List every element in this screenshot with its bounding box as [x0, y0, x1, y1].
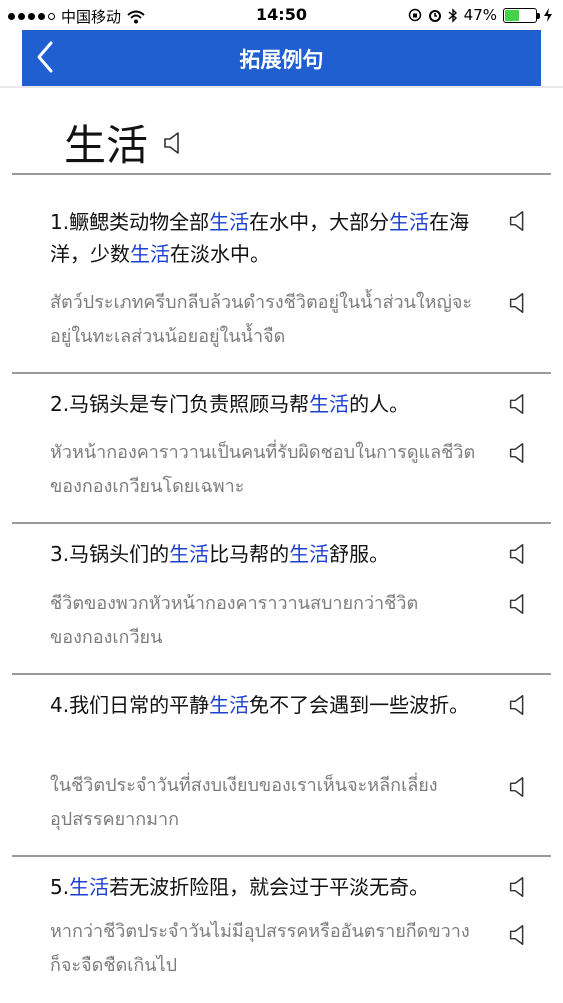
translation-text: สัตว์ประเภทครีบกลีบล้วนดำรงชีวิตอยู่ในน้…: [50, 292, 473, 347]
highlighted-word: 生活: [169, 542, 210, 566]
orientation-lock-icon: [408, 8, 421, 22]
speaker-icon[interactable]: [507, 875, 529, 899]
sentence-fragment: 1.鳜鳃类动物全部: [50, 210, 210, 234]
speaker-icon[interactable]: [507, 923, 529, 947]
translation-text: หากว่าชีวิตประจำวันไม่มีอุปสรรคหรืออันตร…: [50, 921, 470, 976]
sentence-fragment: 在水中，大部分: [249, 210, 390, 234]
example-item: 2.马锅头是专门负责照顾马帮生活的人。 หัวหน้ากองคาราวานเป็น…: [12, 374, 551, 524]
sentence-fragment: 舒服。: [329, 542, 390, 566]
example-item: 4.我们日常的平静生活免不了会遇到一些波折。 ในชีวิตประจำวันที่…: [12, 675, 551, 857]
example-item: 1.鳜鳃类动物全部生活在水中，大部分生活在海洋，少数生活在淡水中。 สัตว์ปร…: [12, 175, 551, 374]
sentence-fragment: 4.我们日常的平静: [50, 693, 210, 717]
example-sentence: 1.鳜鳃类动物全部生活在水中，大部分生活在海洋，少数生活在淡水中。: [50, 206, 490, 270]
sentence-fragment: 在淡水中。: [170, 242, 270, 266]
translation-text: หัวหน้ากองคาราวานเป็นคนที่รับผิดชอบในการ…: [50, 442, 476, 497]
example-sentence: 5.生活若无波折险阻，就会过于平淡无奇。: [50, 871, 490, 903]
highlighted-word: 生活: [209, 210, 250, 234]
highlighted-word: 生活: [69, 875, 110, 899]
highlighted-word: 生活: [309, 392, 350, 416]
word-row: 生活: [64, 112, 184, 173]
sentence-fragment: 免不了会遇到一些波折。: [249, 693, 470, 717]
sentence-fragment: 5.: [50, 875, 70, 899]
highlighted-word: 生活: [130, 242, 170, 266]
example-list: 1.鳜鳃类动物全部生活在水中，大部分生活在海洋，少数生活在淡水中。 สัตว์ปร…: [12, 175, 551, 1003]
example-item: 5.生活若无波折险阻，就会过于平淡无奇。 หากว่าชีวิตประจำวันไ…: [12, 857, 551, 1003]
speaker-icon[interactable]: [507, 209, 529, 233]
status-bar: 中国移动 14:50 47%: [0, 0, 563, 30]
sentence-fragment: 比马帮的: [209, 542, 290, 566]
example-item: 3.马锅头们的生活比马帮的生活舒服。 ชีวิตของพวกหัวหน้ากองค…: [12, 524, 551, 675]
sentence-fragment: 若无波折险阻，就会过于平淡无奇。: [109, 875, 430, 899]
highlighted-word: 生活: [209, 693, 250, 717]
header-divider: [0, 86, 563, 88]
speaker-icon[interactable]: [507, 542, 529, 566]
headword: 生活: [64, 121, 149, 170]
battery-percent: 47%: [463, 6, 497, 24]
alarm-icon: [428, 10, 441, 22]
sentence-fragment: 的人。: [349, 392, 410, 416]
bluetooth-icon: [448, 7, 457, 23]
sentence-fragment: 3.马锅头们的: [50, 542, 170, 566]
sentence-fragment: 2.马锅头是专门负责照顾马帮: [50, 392, 310, 416]
speaker-icon[interactable]: [507, 592, 529, 616]
speaker-icon[interactable]: [507, 775, 529, 799]
speaker-icon[interactable]: [507, 291, 529, 315]
example-sentence: 2.马锅头是专门负责照顾马帮生活的人。: [50, 388, 490, 420]
speaker-icon[interactable]: [507, 441, 529, 465]
speaker-icon[interactable]: [162, 130, 184, 156]
speaker-icon[interactable]: [507, 392, 529, 416]
charging-icon: [544, 8, 552, 22]
example-sentence: 4.我们日常的平静生活免不了会遇到一些波折。: [50, 689, 490, 721]
nav-header: 拓展例句: [22, 30, 541, 86]
example-sentence: 3.马锅头们的生活比马帮的生活舒服。: [50, 538, 490, 570]
highlighted-word: 生活: [289, 542, 330, 566]
highlighted-word: 生活: [389, 210, 430, 234]
battery-icon: [503, 7, 540, 23]
translation-text: ชีวิตของพวกหัวหน้ากองคาราวานสบายกว่าชีวิ…: [50, 593, 419, 648]
speaker-icon[interactable]: [507, 693, 529, 717]
page-title: 拓展例句: [239, 48, 324, 72]
status-right: 47%: [408, 6, 553, 24]
translation-text: ในชีวิตประจำวันที่สงบเงียบของเราเห็นจะหล…: [50, 775, 438, 830]
